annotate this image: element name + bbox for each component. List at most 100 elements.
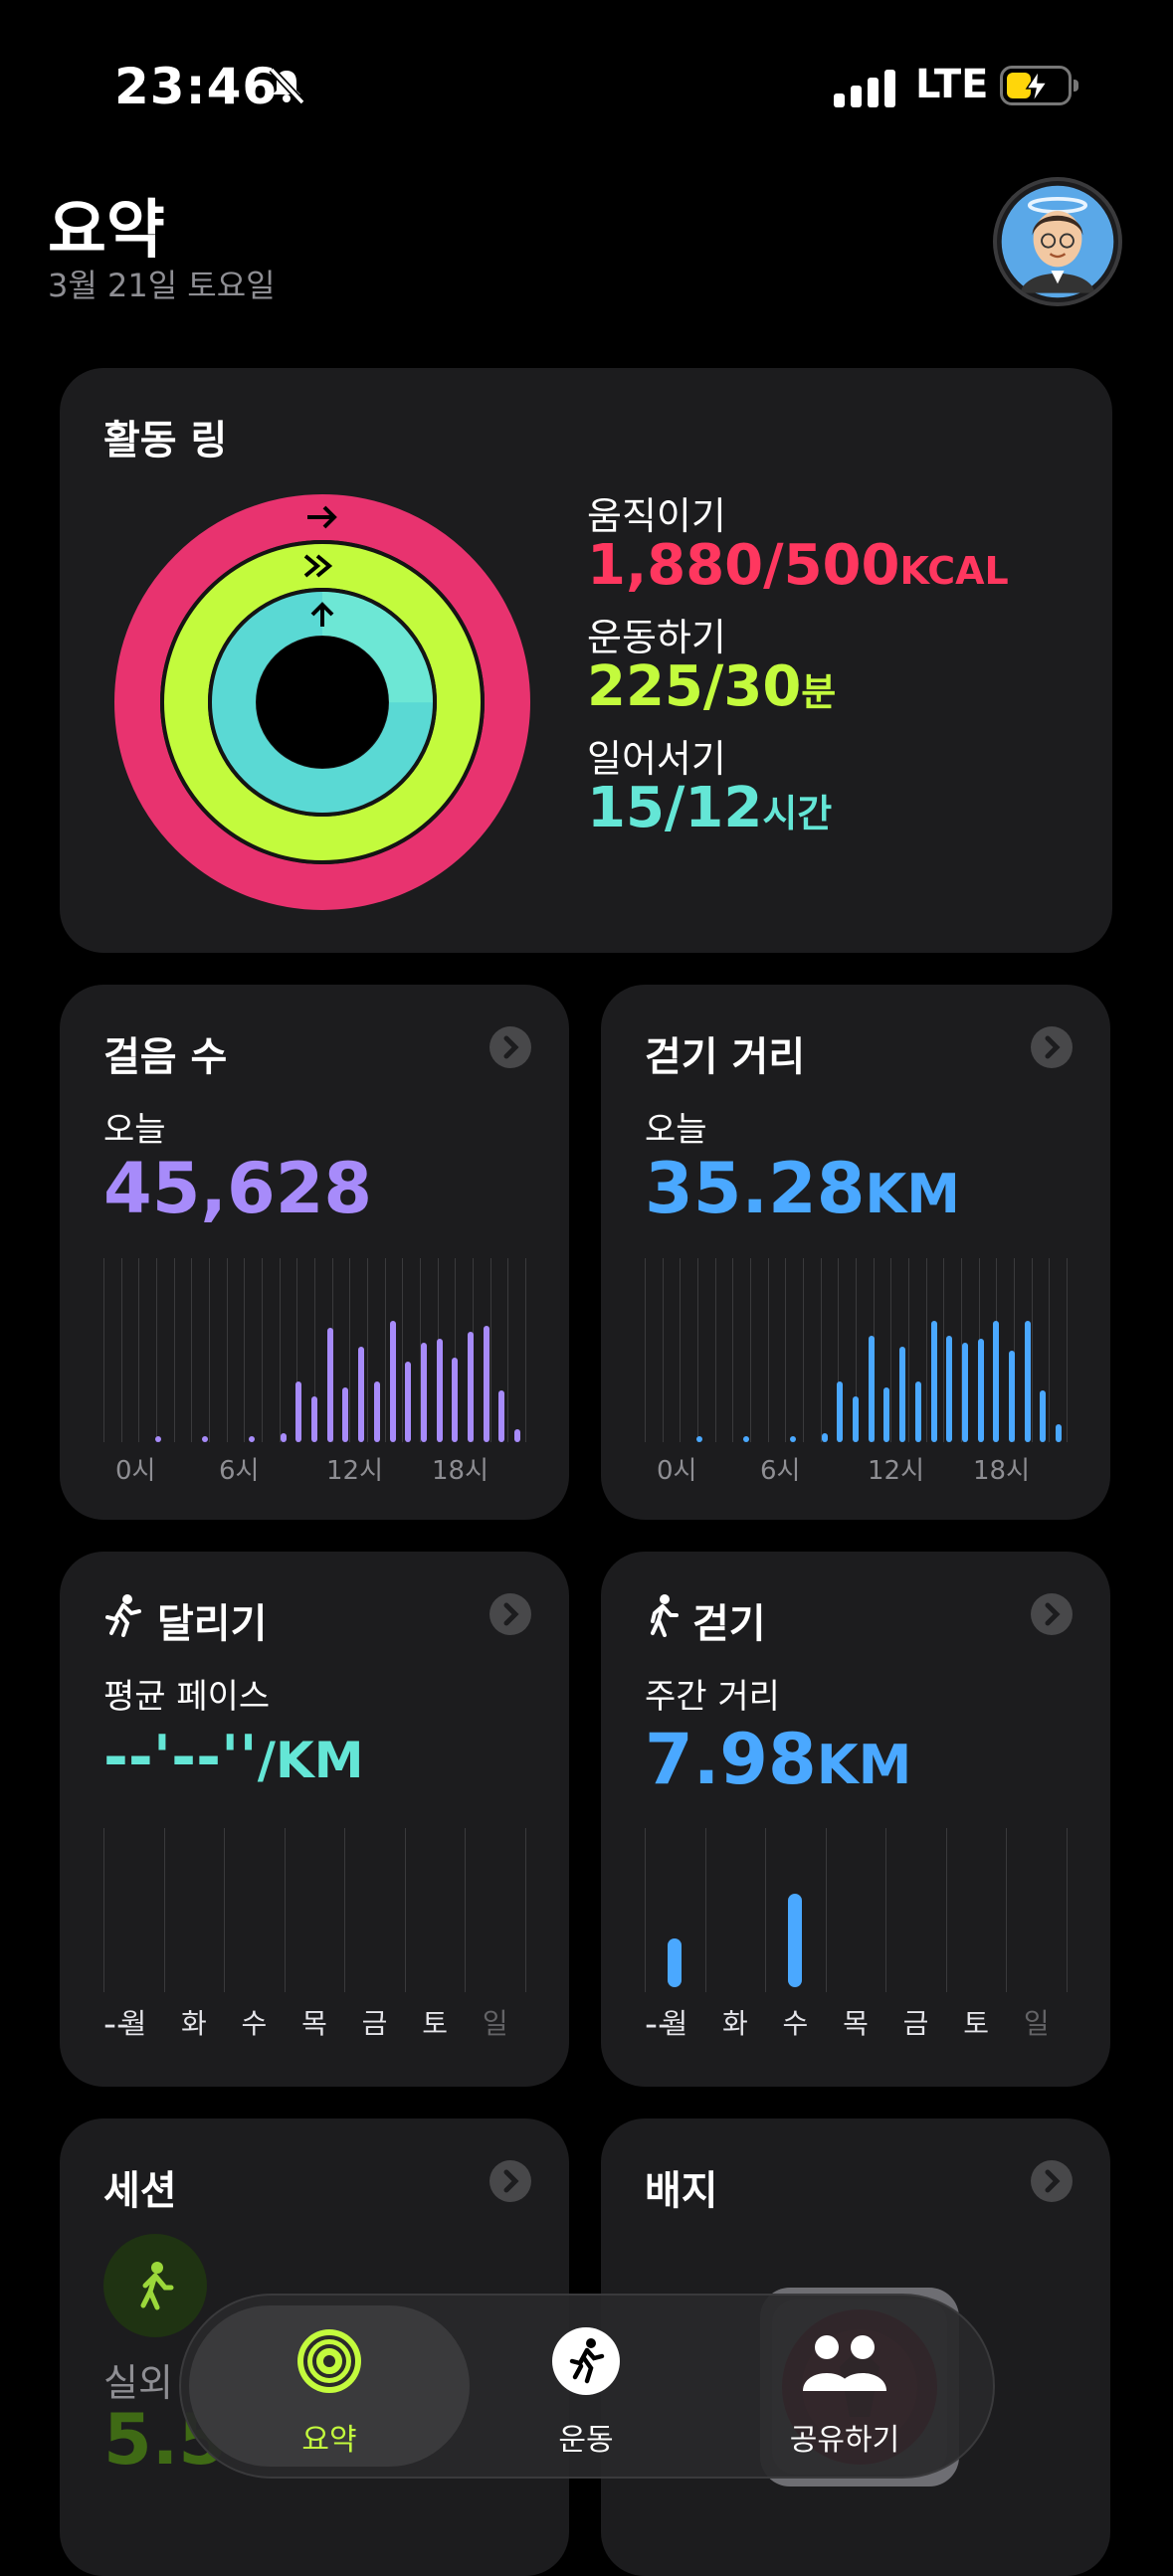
weekday-label: 일 [482, 2007, 508, 2040]
grid-line [226, 1258, 228, 1442]
walking-figure-icon [140, 2262, 174, 2310]
session-walk-badge [103, 2234, 207, 2337]
grid-line [645, 1258, 646, 1442]
running-card[interactable]: 달리기 평균 페이스 --'--''/KM 월화수목금토일 -- [60, 1552, 569, 2087]
grid-line [704, 1828, 706, 1992]
hour-bar [154, 1436, 161, 1442]
grid-line [284, 1828, 286, 1992]
day-bar [668, 1937, 683, 1987]
grid-line [1031, 1258, 1033, 1442]
grid-line [697, 1258, 698, 1442]
page-date: 3월 21일 토요일 [48, 267, 276, 304]
grid-line [367, 1258, 368, 1442]
chevron-right-icon[interactable] [1031, 1593, 1073, 1635]
grid-line [344, 1828, 346, 1992]
bell-slash-icon [269, 67, 305, 105]
card-title: 걸음 수 [103, 1034, 228, 1080]
axis-label: 6시 [760, 1456, 801, 1486]
grid-line [279, 1258, 281, 1442]
grid-line [224, 1828, 226, 1992]
chevron-right-icon[interactable] [1031, 2160, 1073, 2202]
exercise-value: 225/30분 [587, 654, 837, 719]
tab-label: 요약 [301, 2423, 357, 2458]
hour-bar [977, 1339, 984, 1442]
hour-bar [311, 1395, 317, 1442]
walking-weekly-chart: 월화수목금토일 [645, 1828, 1068, 2040]
tab-workouts[interactable]: 운동 [487, 2305, 685, 2467]
grid-line [262, 1258, 263, 1442]
hour-bar [202, 1436, 209, 1442]
grid-line [244, 1258, 246, 1442]
move-label: 움직이기 [587, 494, 726, 538]
chevron-right-icon[interactable] [489, 2160, 531, 2202]
walking-figure-icon [651, 1594, 679, 1637]
grid-line [820, 1258, 822, 1442]
hour-bar [961, 1343, 968, 1442]
hour-bar [743, 1436, 750, 1442]
grid-line [680, 1258, 682, 1442]
activity-ring-card[interactable]: 활동 링 움직이기 1,880/500KCAL 운동하기 225/30분 일어서… [60, 368, 1112, 953]
profile-avatar[interactable] [993, 177, 1122, 306]
axis-label: 0시 [657, 1456, 697, 1486]
chevron-right-icon[interactable] [1031, 1026, 1073, 1068]
hour-bar [420, 1343, 427, 1442]
tab-summary[interactable]: 요약 [230, 2305, 429, 2467]
hour-bar [1009, 1350, 1016, 1442]
walking-distance-value: 7.98KM [645, 1719, 912, 1800]
hour-bar [946, 1335, 953, 1442]
hour-bar [249, 1436, 256, 1442]
grid-line [645, 1828, 646, 1992]
move-value: 1,880/500KCAL [587, 533, 1009, 598]
grid-line [750, 1258, 751, 1442]
grid-line [1006, 1828, 1008, 1992]
tab-label: 운동 [558, 2423, 614, 2458]
grid-line [173, 1258, 175, 1442]
weekday-label: 일 [1023, 2007, 1050, 2040]
card-title: 걷기 [692, 1601, 766, 1647]
hour-bar [821, 1432, 828, 1442]
hour-bar [436, 1339, 443, 1442]
running-figure-icon [552, 2327, 620, 2395]
distance-period: 오늘 [645, 1110, 707, 1150]
chevron-right-icon[interactable] [489, 1593, 531, 1635]
axis-label: 18시 [432, 1456, 489, 1486]
battery-icon [1000, 66, 1078, 105]
hour-bar [280, 1432, 287, 1442]
grid-line [1049, 1258, 1051, 1442]
day-bar [788, 1893, 803, 1987]
hour-bar [914, 1380, 921, 1442]
grid-line [191, 1258, 193, 1442]
stand-value: 15/12시간 [587, 776, 833, 840]
axis-label: 12시 [868, 1456, 925, 1486]
grid-line [825, 1828, 827, 1992]
weekday-label: 목 [843, 2007, 869, 2040]
hour-bar [452, 1357, 459, 1442]
grid-line [908, 1258, 909, 1442]
hour-bar [326, 1328, 333, 1442]
grid-line [120, 1258, 122, 1442]
card-title: 배지 [645, 2168, 718, 2214]
chevron-right-icon[interactable] [489, 1026, 531, 1068]
distance-value: 35.28KM [645, 1148, 961, 1229]
hour-bar [883, 1386, 890, 1442]
walking-card[interactable]: 걷기 주간 거리 7.98KM 월화수목금토일 -- [601, 1552, 1110, 2087]
hour-bar [695, 1436, 702, 1442]
tab-sharing[interactable]: 공유하기 [745, 2305, 944, 2467]
grid-line [943, 1258, 945, 1442]
status-time: 23:46 [114, 58, 279, 115]
hour-bar [930, 1320, 937, 1442]
weekday-label: 토 [963, 2007, 990, 2040]
hour-bar [483, 1326, 489, 1442]
steps-card[interactable]: 걸음 수 오늘 45,628 0시 6시 12시 18시 [60, 985, 569, 1520]
hour-bar [389, 1320, 396, 1442]
hour-bar [373, 1380, 380, 1442]
card-title: 달리기 [157, 1601, 268, 1647]
walking-distance-card[interactable]: 걷기 거리 오늘 35.28KM 0시 6시 12시 18시 [601, 985, 1110, 1520]
hour-bar [514, 1429, 521, 1442]
grid-line [404, 1828, 406, 1992]
card-title: 활동 링 [103, 418, 228, 463]
hour-bar [899, 1346, 906, 1442]
weekday-label: 화 [721, 2007, 748, 2040]
running-figure-icon [105, 1594, 141, 1637]
grid-line [402, 1258, 404, 1442]
